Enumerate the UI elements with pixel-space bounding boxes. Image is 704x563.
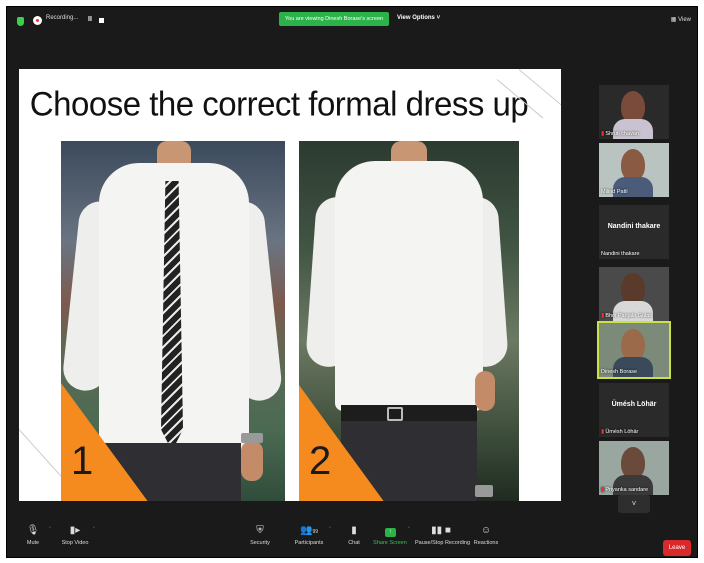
stop-video-button[interactable]: ▮▸ Stop Video xyxy=(57,525,93,546)
reactions-icon: ☺ xyxy=(480,525,492,536)
share-options-caret[interactable]: ˆ xyxy=(408,527,410,533)
pause-recording-button[interactable]: II xyxy=(88,16,92,23)
participants-count: 99 xyxy=(312,529,318,535)
participants-options-caret[interactable]: ˆ xyxy=(329,527,331,533)
participant-center-name: Nandini thakare xyxy=(607,223,661,230)
shield-icon[interactable] xyxy=(17,17,24,26)
pause-stop-recording-button[interactable]: ▮▮ ■ Pause/Stop Recording xyxy=(415,525,470,546)
view-button[interactable]: ▦ View xyxy=(671,16,691,23)
view-options-button[interactable]: View Options ˅ xyxy=(397,15,440,21)
mute-options-caret[interactable]: ˆ xyxy=(49,527,51,533)
participant-tile-active-speaker[interactable]: Dinesh Borase xyxy=(597,321,671,379)
participant-name: Milind Patil xyxy=(601,189,628,195)
participants-icon: 👥99 xyxy=(299,525,318,536)
mic-muted-icon: ▮ xyxy=(601,131,605,137)
participant-name: Shruti chavan xyxy=(605,131,639,137)
recording-icon xyxy=(33,16,42,25)
participant-name: Priyanka sandare xyxy=(605,487,649,493)
participant-tile[interactable]: ▮Priyanka sandare xyxy=(599,441,669,495)
share-screen-button[interactable]: ↑ Share Screen xyxy=(373,525,407,546)
mic-muted-icon: ▮ xyxy=(601,313,605,319)
gallery-next-page-button[interactable]: ˅ xyxy=(618,495,650,513)
option-1-number: 1 xyxy=(71,439,94,483)
mic-muted-icon: ▮ xyxy=(601,487,605,493)
participant-name: Nandini thakare xyxy=(601,251,640,257)
participant-name: Ümésh Löhär xyxy=(605,429,639,435)
share-screen-icon: ↑ xyxy=(384,528,396,537)
participant-center-name: Ümésh Löhär xyxy=(611,401,657,408)
video-camera-icon: ▮▸ xyxy=(69,525,81,536)
participant-tile[interactable]: Ümésh Löhär ▮Ümésh Löhär xyxy=(599,383,669,437)
top-bar: Recording... II You are viewing Dinesh B… xyxy=(7,7,697,35)
participants-button[interactable]: 👥99 Participants xyxy=(289,525,329,546)
security-button[interactable]: ⛨ Security xyxy=(245,525,275,546)
participant-name: Bhoi Panjala Gulab xyxy=(605,313,653,319)
chat-icon: ▮ xyxy=(351,525,357,536)
microphone-icon: 🎙 xyxy=(26,525,40,536)
stop-recording-button[interactable] xyxy=(99,18,104,23)
option-1-image: 1 xyxy=(61,141,285,501)
video-options-caret[interactable]: ˆ xyxy=(93,527,95,533)
recording-label: Recording... xyxy=(46,15,79,21)
participant-tile[interactable]: ▮Bhoi Panjala Gulab xyxy=(599,267,669,321)
participant-tile[interactable]: Milind Patil xyxy=(599,143,669,197)
meeting-toolbar: 🎙 Mute ˆ ▮▸ Stop Video ˆ ⛨ Security 👥99 … xyxy=(7,521,697,557)
viewing-screen-notice: You are viewing Dinesh Borase's screen xyxy=(279,12,390,26)
leave-button[interactable]: Leave xyxy=(663,540,691,556)
shield-icon: ⛨ xyxy=(256,525,264,536)
shared-slide: Choose the correct formal dress up 1 2 xyxy=(19,69,561,501)
participant-name: Dinesh Borase xyxy=(601,369,638,375)
mute-button[interactable]: 🎙 Mute xyxy=(19,525,47,546)
reactions-button[interactable]: ☺ Reactions xyxy=(471,525,501,546)
participant-tile[interactable]: Nandini thakare Nandini thakare xyxy=(599,205,669,259)
mic-muted-icon: ▮ xyxy=(601,429,605,435)
zoom-window: Recording... II You are viewing Dinesh B… xyxy=(6,6,698,558)
option-2-image: 2 xyxy=(299,141,519,501)
pause-stop-icon: ▮▮ ■ xyxy=(431,525,451,536)
slide-title: Choose the correct formal dress up xyxy=(29,84,529,123)
option-2-number: 2 xyxy=(309,439,332,483)
chat-button[interactable]: ▮ Chat xyxy=(343,525,365,546)
participant-tile[interactable]: ▮Shruti chavan xyxy=(599,85,669,139)
